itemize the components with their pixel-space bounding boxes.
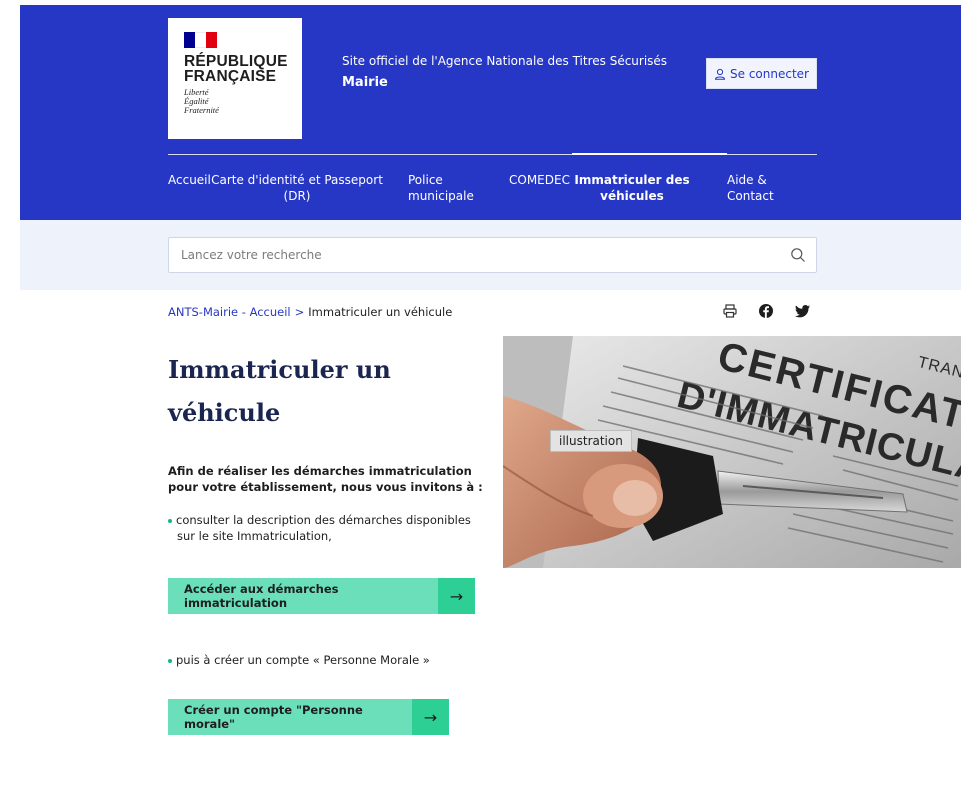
- search-input[interactable]: [169, 238, 769, 272]
- list-item-text-continued: sur le site Immatriculation,: [177, 529, 332, 543]
- search-icon[interactable]: [790, 247, 806, 263]
- breadcrumb-separator: >: [294, 305, 305, 319]
- print-icon[interactable]: [722, 303, 738, 319]
- nav-item-comedec[interactable]: COMEDEC: [509, 172, 570, 188]
- arrow-right-icon: →: [412, 699, 449, 735]
- create-account-button[interactable]: Créer un compte "Personne morale" →: [168, 699, 449, 735]
- search-field[interactable]: [168, 237, 817, 273]
- list-item-text: consulter la description des démarches d…: [176, 513, 471, 527]
- access-immatriculation-label: Accéder aux démarches immatriculation: [184, 582, 339, 610]
- site-tagline: Site officiel de l'Agence Nationale des …: [342, 54, 668, 68]
- bullet-dot: [168, 658, 172, 663]
- logo-motto: Liberté Égalité Fraternité: [184, 87, 219, 115]
- list-item-create-account: puis à créer un compte « Personne Morale…: [168, 652, 430, 668]
- login-button[interactable]: Se connecter: [706, 58, 817, 89]
- list-item-text: puis à créer un compte « Personne Morale…: [176, 653, 430, 667]
- republique-francaise-logo[interactable]: RÉPUBLIQUE FRANÇAISE Liberté Égalité Fra…: [168, 18, 302, 139]
- user-icon: [715, 68, 726, 80]
- twitter-icon[interactable]: [795, 303, 811, 319]
- nav-item-immatriculer[interactable]: Immatriculer des véhicules: [572, 172, 692, 204]
- login-button-label: Se connecter: [730, 66, 809, 81]
- page-title: Immatriculer un véhicule: [168, 355, 391, 427]
- nav-item-carte-identite[interactable]: Carte d'identité et Passeport (DR): [202, 172, 392, 204]
- facebook-icon[interactable]: [758, 303, 774, 319]
- logo-title: RÉPUBLIQUE FRANÇAISE: [184, 53, 288, 85]
- breadcrumb-home-link[interactable]: ANTS-Mairie - Accueil: [168, 305, 291, 319]
- illustration-tag: illustration: [550, 430, 632, 452]
- nav-item-police-municipale[interactable]: Police municipale: [408, 172, 488, 204]
- flag-icon: [184, 32, 217, 48]
- bullet-dot: [168, 518, 172, 523]
- breadcrumb: ANTS-Mairie - Accueil > Immatriculer un vé…: [168, 305, 452, 319]
- site-name[interactable]: Mairie: [342, 75, 388, 90]
- illustration-image: CERTIFICAT D'IMMATRICULATION TRANSPORTS: [503, 336, 961, 568]
- certificate-key-photo: CERTIFICAT D'IMMATRICULATION TRANSPORTS: [503, 336, 961, 568]
- intro-text: Afin de réaliser les démarches immatricu…: [168, 464, 483, 494]
- site-header: [20, 5, 961, 220]
- arrow-right-icon: →: [438, 578, 475, 614]
- create-account-label: Créer un compte "Personne morale": [184, 703, 363, 731]
- list-item-consult: consulter la description des démarches d…: [168, 512, 488, 544]
- nav-item-aide-contact[interactable]: Aide & Contact: [727, 172, 787, 204]
- breadcrumb-current: Immatriculer un véhicule: [308, 305, 453, 319]
- access-immatriculation-button[interactable]: Accéder aux démarches immatriculation →: [168, 578, 475, 614]
- nav-active-indicator: [572, 153, 727, 155]
